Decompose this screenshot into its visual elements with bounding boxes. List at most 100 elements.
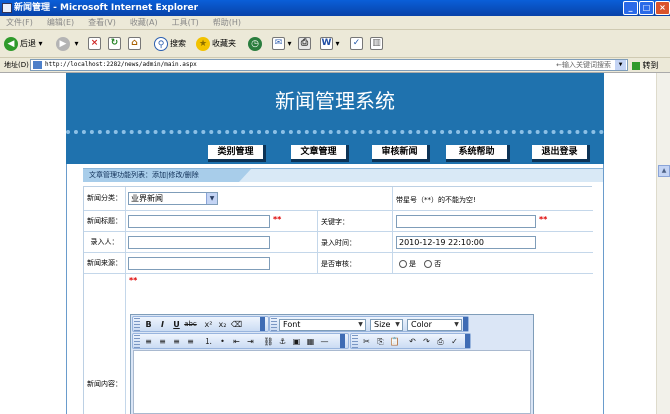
- close-button[interactable]: ×: [655, 1, 670, 15]
- refresh-button[interactable]: ↻: [108, 36, 121, 52]
- print-button[interactable]: ⎙: [298, 36, 311, 52]
- align-right-icon[interactable]: ≡: [170, 336, 183, 347]
- strikethrough-icon[interactable]: abc: [184, 319, 197, 330]
- title-cell: **: [126, 211, 318, 231]
- eraser-icon[interactable]: ⌫: [230, 319, 243, 330]
- print-icon[interactable]: ⎙: [434, 336, 447, 347]
- stop-button[interactable]: ×: [88, 36, 101, 52]
- image-icon[interactable]: ▣: [290, 336, 303, 347]
- copy-icon[interactable]: ⎘: [374, 336, 387, 347]
- maximize-button[interactable]: □: [639, 1, 654, 15]
- subscript-icon[interactable]: x₂: [216, 319, 229, 330]
- nav-system-help[interactable]: 系统帮助: [446, 145, 510, 162]
- audit-no-label: 否: [434, 260, 442, 268]
- table-icon[interactable]: ▦: [304, 336, 317, 347]
- undo-icon[interactable]: ↶: [406, 336, 419, 347]
- audit-no-radio[interactable]: [424, 260, 433, 268]
- back-button[interactable]: ◀ 后退 ▾: [4, 36, 43, 52]
- italic-icon[interactable]: I: [156, 319, 169, 330]
- toolbar-grip: [134, 318, 140, 331]
- research-button[interactable]: ▥: [370, 36, 383, 52]
- menu-file[interactable]: 文件(F): [6, 18, 33, 27]
- address-dropdown-icon[interactable]: ▼: [615, 60, 626, 70]
- source-input[interactable]: [128, 257, 270, 270]
- forward-arrow-icon: ▶: [56, 36, 70, 51]
- menu-help[interactable]: 帮助(H): [213, 18, 241, 27]
- edit-button[interactable]: W ▾: [320, 36, 340, 52]
- go-button[interactable]: 转到: [632, 58, 659, 73]
- scroll-up-icon[interactable]: ▲: [658, 165, 670, 177]
- size-select[interactable]: Size ▼: [370, 319, 403, 331]
- align-left-icon[interactable]: ≡: [142, 336, 155, 347]
- address-input[interactable]: http://localhost:2282/news/admin/main.as…: [30, 59, 628, 71]
- indent-icon[interactable]: ⇥: [244, 336, 257, 347]
- forward-button[interactable]: ▶ ▾: [56, 36, 79, 52]
- nav-logout[interactable]: 退出登录: [532, 145, 590, 162]
- minimize-button[interactable]: _: [623, 1, 638, 15]
- favorites-label: 收藏夹: [212, 39, 236, 48]
- time-label: 录入时间：: [318, 232, 393, 252]
- cut-icon[interactable]: ✂: [360, 336, 373, 347]
- menu-view[interactable]: 查看(V): [88, 18, 116, 27]
- category-value: 业界新闻: [131, 194, 163, 203]
- word-icon: W: [320, 37, 333, 50]
- search-button[interactable]: ⚲ 搜索: [154, 36, 186, 52]
- editor-content-area[interactable]: [133, 350, 531, 414]
- editor-toolbar-format: B I U abc x² x₂ ⌫: [132, 316, 269, 332]
- chevron-down-icon: ▼: [454, 321, 459, 328]
- redo-icon[interactable]: ↷: [420, 336, 433, 347]
- menu-edit[interactable]: 编辑(E): [47, 18, 74, 27]
- star-icon: ★: [196, 36, 210, 51]
- size-value: Size: [374, 320, 391, 329]
- chevron-down-icon: ▼: [358, 321, 363, 328]
- time-input[interactable]: 2010-12-19 22:10:00: [396, 236, 536, 249]
- title-required-star: **: [273, 215, 282, 224]
- favorites-button[interactable]: ★ 收藏夹: [196, 36, 236, 52]
- content-label: 新闻内容：: [84, 274, 126, 414]
- browser-window: 新闻管理 - Microsoft Internet Explorer _ □ ×…: [0, 0, 670, 414]
- link-icon[interactable]: ⛓: [262, 336, 275, 347]
- outdent-icon[interactable]: ⇤: [230, 336, 243, 347]
- horizontal-rule-icon[interactable]: —: [318, 336, 331, 347]
- refresh-icon: ↻: [108, 37, 121, 50]
- justify-icon[interactable]: ≡: [184, 336, 197, 347]
- mail-button[interactable]: ✉ ▾: [272, 36, 292, 52]
- anchor-icon[interactable]: ⚓: [276, 336, 289, 347]
- vertical-scrollbar[interactable]: ▲: [656, 73, 670, 414]
- title-input[interactable]: [128, 215, 270, 228]
- keyword-input[interactable]: [396, 215, 536, 228]
- chevron-down-icon: ▼: [206, 193, 217, 204]
- required-note-text: 带星号（**）的不能为空!: [396, 196, 476, 204]
- ordered-list-icon[interactable]: ⒈: [202, 336, 215, 347]
- recorder-input[interactable]: [128, 236, 270, 249]
- recorder-cell: [126, 232, 318, 252]
- content-required-star: **: [129, 276, 138, 285]
- superscript-icon[interactable]: x²: [202, 319, 215, 330]
- category-cell: 业界新闻 ▼: [126, 187, 393, 210]
- toolbar-grip: [134, 335, 140, 348]
- title-bar: 新闻管理 - Microsoft Internet Explorer _ □ ×: [0, 0, 670, 16]
- nav-category-management[interactable]: 类别管理: [208, 145, 266, 162]
- color-select[interactable]: Color ▼: [407, 319, 462, 331]
- menu-tools[interactable]: 工具(T): [172, 18, 199, 27]
- audit-yes-radio[interactable]: [399, 260, 407, 268]
- home-button[interactable]: ⌂: [128, 36, 141, 52]
- nav-review-news[interactable]: 审核新闻: [372, 145, 430, 162]
- search-box-placeholder[interactable]: ←输入关键词搜索: [556, 60, 611, 70]
- time-cell: 2010-12-19 22:10:00: [393, 232, 593, 252]
- category-select[interactable]: 业界新闻 ▼: [128, 192, 218, 205]
- unordered-list-icon[interactable]: •: [216, 336, 229, 347]
- messenger-button[interactable]: ✓: [350, 36, 363, 52]
- underline-icon[interactable]: U: [170, 319, 183, 330]
- history-button[interactable]: ◷: [248, 36, 264, 52]
- paste-icon[interactable]: 📋: [388, 336, 401, 347]
- article-panel: 文章管理功能列表：添加|修改/删除 新闻分类： 业界新闻 ▼ 带星号（**）的不能…: [66, 164, 604, 414]
- font-select[interactable]: Font ▼: [279, 319, 366, 331]
- bold-icon[interactable]: B: [142, 319, 155, 330]
- breadcrumb: 文章管理功能列表：添加|修改/删除: [83, 169, 251, 182]
- spellcheck-icon[interactable]: ✓: [448, 336, 461, 347]
- nav-article-management[interactable]: 文章管理: [291, 145, 349, 162]
- align-center-icon[interactable]: ≡: [156, 336, 169, 347]
- menu-favorites[interactable]: 收藏(A): [130, 18, 158, 27]
- address-bar: 地址(D) http://localhost:2282/news/admin/m…: [0, 58, 670, 73]
